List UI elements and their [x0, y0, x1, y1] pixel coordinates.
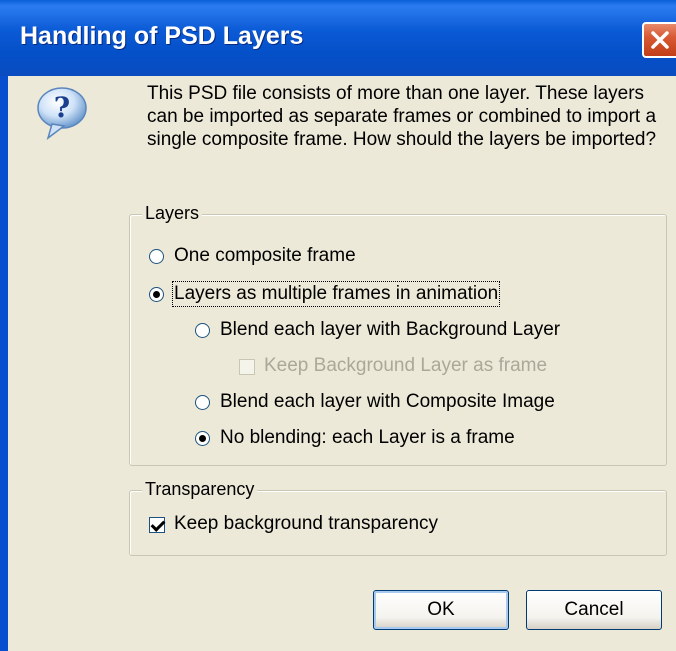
- radio-button[interactable]: [195, 395, 210, 410]
- checkbox-label: Keep background transparency: [174, 513, 439, 534]
- transparency-legend: Transparency: [142, 479, 258, 500]
- cancel-button[interactable]: Cancel: [526, 590, 662, 630]
- radio-button[interactable]: [149, 249, 164, 264]
- dialog-window: Handling of PSD Layers ? This PSD file c…: [0, 0, 676, 651]
- title-bar[interactable]: Handling of PSD Layers: [0, 0, 676, 76]
- radio-label: One composite frame: [174, 245, 356, 266]
- radio-button[interactable]: [149, 287, 164, 302]
- close-button[interactable]: [642, 22, 676, 58]
- question-icon: ?: [34, 84, 94, 149]
- checkbox: [239, 359, 255, 375]
- radio-button[interactable]: [195, 431, 210, 446]
- window-title: Handling of PSD Layers: [20, 22, 304, 50]
- radio-label: Blend each layer with Composite Image: [220, 391, 555, 412]
- radio-button[interactable]: [195, 323, 210, 338]
- ok-button[interactable]: OK: [373, 590, 509, 630]
- layers-legend: Layers: [142, 203, 203, 224]
- radio-label: No blending: each Layer is a frame: [220, 427, 515, 448]
- checkbox-label: Keep Background Layer as frame: [264, 355, 548, 376]
- checkbox[interactable]: [149, 517, 165, 533]
- window-border: [0, 76, 8, 651]
- radio-label: Layers as multiple frames in animation: [171, 281, 501, 307]
- dialog-message: This PSD file consists of more than one …: [147, 83, 657, 150]
- close-icon: [651, 31, 669, 49]
- radio-label: Blend each layer with Background Layer: [220, 319, 561, 340]
- svg-text:?: ?: [54, 91, 70, 124]
